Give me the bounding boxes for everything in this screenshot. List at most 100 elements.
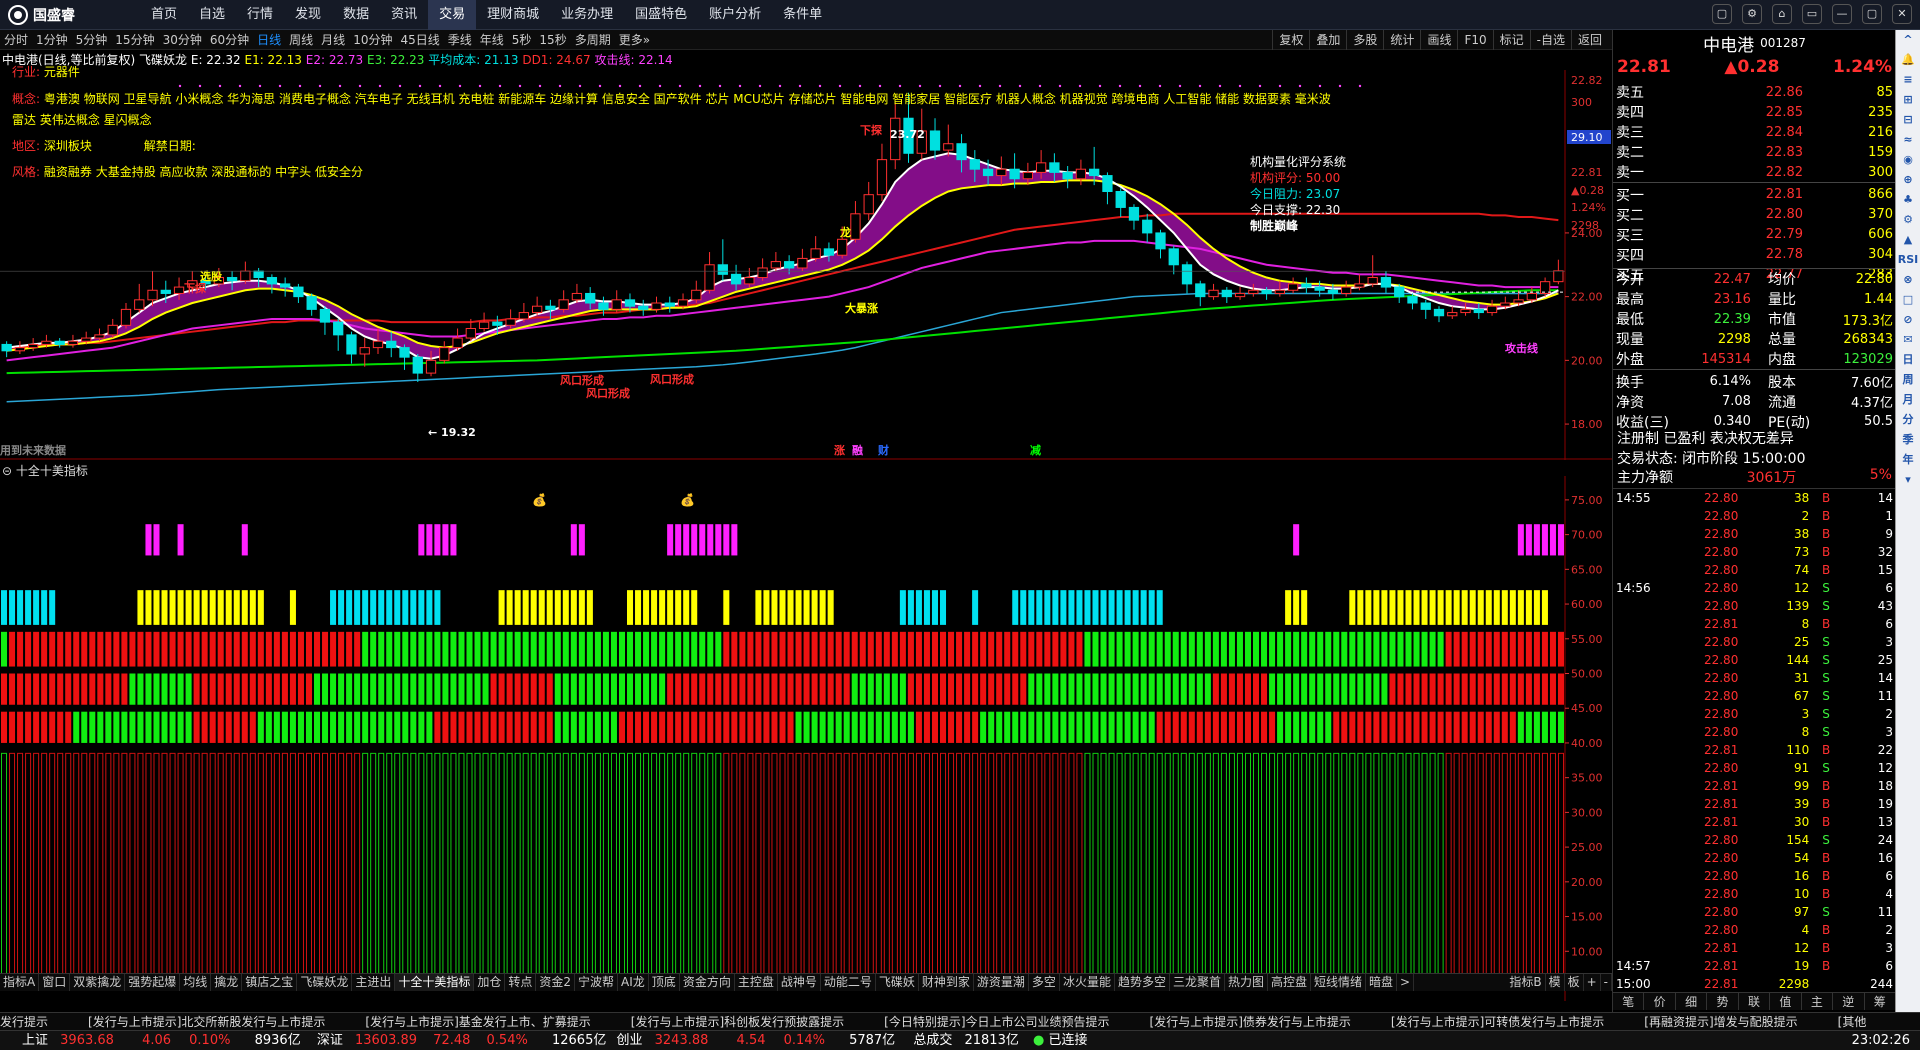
candle[interactable] xyxy=(319,306,331,335)
ticker-item[interactable]: [发行与上市提示]北交所新股发行与上市提示 xyxy=(88,1015,325,1029)
tick-row[interactable]: 22.80 31 S 14 xyxy=(1613,669,1896,687)
candle[interactable] xyxy=(850,201,861,243)
period-13[interactable]: 5秒 xyxy=(508,30,536,50)
ask-row[interactable]: 卖二 22.83 159 xyxy=(1613,142,1896,162)
indicator-tab-29[interactable]: 短线情绪 xyxy=(1311,974,1367,991)
candle[interactable] xyxy=(1208,283,1219,300)
candle[interactable] xyxy=(1195,280,1206,307)
indicator-tab-20[interactable]: 飞碟妖 xyxy=(876,974,919,991)
quote-tool-6[interactable]: 主 xyxy=(1802,993,1834,1010)
period-6[interactable]: 日线 xyxy=(253,30,285,50)
chart-tool-2[interactable]: 多股 xyxy=(1346,30,1383,50)
nav-item-3[interactable]: 发现 xyxy=(284,0,332,30)
bid-row[interactable]: 买四 22.78 304 xyxy=(1613,245,1896,265)
nav-item-8[interactable]: 业务办理 xyxy=(550,0,624,30)
ticker-item[interactable]: [其他 xyxy=(1838,1015,1867,1029)
tick-row[interactable]: 22.80 38 B 9 xyxy=(1613,525,1896,543)
sidebar-btn-20[interactable]: 季 xyxy=(1896,430,1920,450)
sidebar-btn-14[interactable]: ⊘ xyxy=(1896,310,1920,330)
candle[interactable] xyxy=(1420,299,1431,319)
bid-row[interactable]: 买二 22.80 370 xyxy=(1613,205,1896,225)
candle[interactable] xyxy=(797,248,808,272)
window-control-1[interactable]: ⚙ xyxy=(1742,4,1762,24)
indicator-tab-11[interactable]: 转点 xyxy=(505,974,537,991)
sidebar-btn-21[interactable]: 年 xyxy=(1896,450,1920,470)
tick-row[interactable]: 22.80 154 S 24 xyxy=(1613,831,1896,849)
tick-row[interactable]: 22.80 16 B 6 xyxy=(1613,867,1896,885)
tick-row[interactable]: 22.80 25 S 3 xyxy=(1613,633,1896,651)
quote-tool-0[interactable]: 笔 xyxy=(1613,993,1645,1010)
sidebar-btn-11[interactable]: RSI xyxy=(1896,250,1920,270)
candle[interactable] xyxy=(505,309,516,329)
candle[interactable] xyxy=(1234,287,1246,300)
indicator-tab-13[interactable]: 宁波帮 xyxy=(575,974,619,991)
period-11[interactable]: 季线 xyxy=(444,30,476,50)
tick-row[interactable]: 22.81 39 B 19 xyxy=(1613,795,1896,813)
candle[interactable] xyxy=(810,236,821,262)
ask-row[interactable]: 卖一 22.82 300 xyxy=(1613,162,1896,183)
nav-item-5[interactable]: 资讯 xyxy=(380,0,428,30)
chart-tool-7[interactable]: -自选 xyxy=(1529,30,1571,50)
bid-row[interactable]: 买一 22.81 866 xyxy=(1613,185,1896,205)
ticker-item[interactable]: 发行提示 xyxy=(0,1015,48,1029)
period-15[interactable]: 多周期 xyxy=(571,30,615,50)
window-control-2[interactable]: ⌂ xyxy=(1772,4,1792,24)
period-16[interactable]: 更多» xyxy=(615,30,654,50)
indicator-tab-30[interactable]: 暗盘 xyxy=(1366,974,1398,991)
sidebar-btn-8[interactable]: ♣ xyxy=(1896,190,1920,210)
period-5[interactable]: 60分钟 xyxy=(206,30,253,50)
quote-tool-1[interactable]: 价 xyxy=(1644,993,1676,1010)
candle[interactable] xyxy=(611,290,622,313)
candle[interactable] xyxy=(1115,188,1126,217)
indicator-tab-right-2[interactable]: 板 xyxy=(1565,974,1584,991)
ticker-item[interactable]: [今日特别提示]今日上市公司业绩预告提示 xyxy=(884,1015,1109,1029)
nav-item-9[interactable]: 国盛特色 xyxy=(624,0,698,30)
candle[interactable] xyxy=(1,341,12,358)
period-9[interactable]: 10分钟 xyxy=(349,30,396,50)
ticker-item[interactable]: [发行与上市提示]基金发行上市、扩募提示 xyxy=(365,1015,590,1029)
period-10[interactable]: 45日线 xyxy=(396,30,443,50)
sidebar-btn-18[interactable]: 月 xyxy=(1896,390,1920,410)
candle[interactable] xyxy=(280,277,291,297)
sidebar-btn-15[interactable]: ✉ xyxy=(1896,330,1920,350)
candle[interactable] xyxy=(14,341,26,354)
indicator-tab-19[interactable]: 动能二号 xyxy=(821,974,876,991)
indicator-tab-31[interactable]: > xyxy=(1397,974,1415,991)
candle[interactable] xyxy=(704,252,715,294)
quote-tool-2[interactable]: 细 xyxy=(1676,993,1708,1010)
tick-row[interactable]: 14:55 22.80 38 B 14 xyxy=(1613,489,1896,507)
candle[interactable] xyxy=(134,283,145,313)
tick-list[interactable]: 14:55 22.80 38 B 14 22.80 2 B 1 22.80 38 B 9 22.80 73 B… xyxy=(1613,488,1896,992)
window-control-6[interactable]: ✕ xyxy=(1892,4,1912,24)
sidebar-btn-10[interactable]: ▲ xyxy=(1896,230,1920,250)
candle[interactable] xyxy=(531,296,543,316)
nav-item-11[interactable]: 条件单 xyxy=(772,0,833,30)
candle[interactable] xyxy=(333,318,344,351)
sidebar-btn-13[interactable]: □ xyxy=(1896,290,1920,310)
tick-row[interactable]: 22.80 97 S 11 xyxy=(1613,903,1896,921)
ticker-item[interactable]: [发行与上市提示]可转债发行与上市提示 xyxy=(1391,1015,1604,1029)
tick-row[interactable]: 22.80 144 S 25 xyxy=(1613,651,1896,669)
indicator-tab-21[interactable]: 财神到家 xyxy=(919,974,974,991)
candle[interactable] xyxy=(1394,283,1405,304)
candle[interactable] xyxy=(638,299,649,316)
quote-tool-5[interactable]: 值 xyxy=(1770,993,1802,1010)
candle[interactable] xyxy=(863,181,874,221)
candle[interactable] xyxy=(1486,299,1498,316)
candle[interactable] xyxy=(346,331,357,364)
candle[interactable] xyxy=(67,334,79,348)
indicator-tab-16[interactable]: 资金方向 xyxy=(680,974,735,991)
indicator-tab-10[interactable]: 加仓 xyxy=(474,974,506,991)
candle[interactable] xyxy=(359,338,370,367)
sidebar-btn-7[interactable]: ⊕ xyxy=(1896,170,1920,190)
tick-row[interactable]: 22.80 10 B 4 xyxy=(1613,885,1896,903)
indicator-tab-27[interactable]: 热力图 xyxy=(1225,974,1268,991)
candle[interactable] xyxy=(1221,287,1232,304)
indicator-tab-0[interactable]: 指标A xyxy=(0,974,40,991)
candle[interactable] xyxy=(571,283,583,304)
ticker-item[interactable]: [发行与上市提示]债券发行与上市提示 xyxy=(1150,1015,1351,1029)
window-control-5[interactable]: ▢ xyxy=(1862,4,1882,24)
period-8[interactable]: 月线 xyxy=(317,30,349,50)
indicator-tab-22[interactable]: 游资量潮 xyxy=(974,974,1029,991)
period-2[interactable]: 5分钟 xyxy=(72,30,112,50)
